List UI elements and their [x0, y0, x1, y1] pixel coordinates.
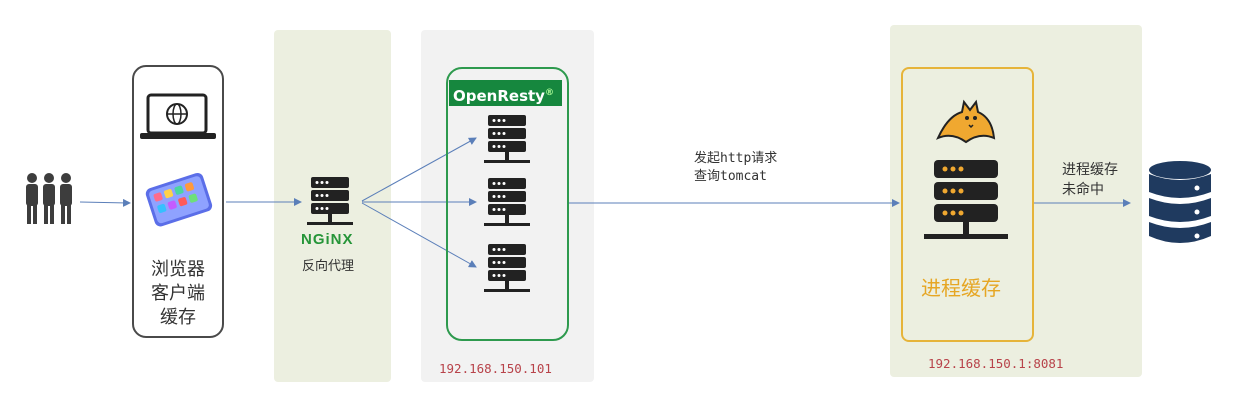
nginx-label: 反向代理	[302, 259, 355, 274]
openresty-logo: OpenResty®	[449, 80, 562, 106]
openresty-ip: 192.168.150.101	[439, 361, 552, 376]
nginx-logo: NGiNX	[301, 231, 354, 248]
phone-apps-icon	[145, 172, 213, 227]
request-line-2: 查询tomcat	[694, 169, 767, 184]
registered-mark: ®	[544, 88, 554, 98]
openresty-logo-text: OpenResty	[453, 87, 545, 105]
database-icon	[1149, 161, 1211, 243]
browser-cache-label: 浏览器 客户端 缓存	[132, 258, 224, 330]
process-cache-label: 进程缓存	[921, 276, 1001, 300]
arrow-users-to-browser	[79, 198, 131, 207]
request-label: 发起http请求 查询tomcat	[694, 150, 777, 186]
server-icon	[307, 177, 353, 225]
tomcat-cat-icon	[936, 99, 996, 144]
browser-label-line-1: 浏览器	[151, 259, 205, 280]
laptop-globe-icon	[140, 93, 216, 139]
server-icon	[924, 160, 1008, 239]
browser-label-line-2: 客户端	[151, 283, 205, 304]
browser-label-line-3: 缓存	[160, 307, 196, 328]
cache-miss-label: 进程缓存 未命中	[1062, 160, 1118, 200]
tomcat-ip: 192.168.150.1:8081	[928, 356, 1064, 371]
request-line-1: 发起http请求	[694, 151, 778, 166]
server-icon	[484, 244, 530, 292]
users-icon	[26, 173, 72, 224]
cache-miss-line-1: 进程缓存	[1062, 162, 1118, 178]
cache-miss-line-2: 未命中	[1062, 182, 1104, 198]
server-icon	[484, 115, 530, 163]
server-icon	[484, 178, 530, 226]
